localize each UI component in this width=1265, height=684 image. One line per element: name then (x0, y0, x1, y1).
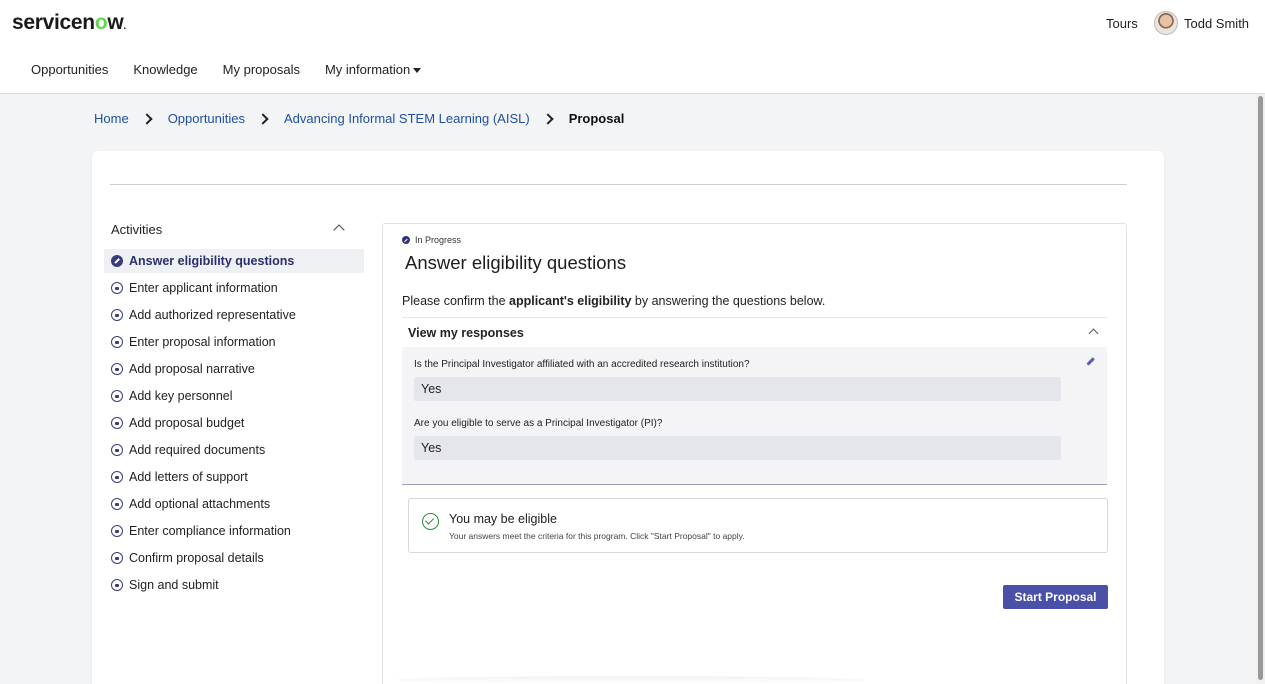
chevron-right-icon (141, 112, 153, 125)
step-proposal-info[interactable]: Enter proposal information (104, 328, 364, 355)
divider (110, 184, 1127, 185)
lock-icon (111, 281, 123, 294)
step-authorized-rep[interactable]: Add authorized representative (104, 301, 364, 328)
divider (395, 676, 865, 684)
activities-heading: Activities (111, 222, 163, 237)
avatar (1154, 11, 1178, 35)
main-nav: Opportunities Knowledge My proposals My … (31, 62, 422, 77)
lock-icon (111, 551, 123, 564)
step-sign-and-submit[interactable]: Sign and submit (104, 571, 364, 598)
breadcrumb-program[interactable]: Advancing Informal STEM Learning (AISL) (284, 111, 530, 126)
step-answer-eligibility[interactable]: Answer eligibility questions (104, 249, 364, 273)
lock-icon (111, 524, 123, 537)
chevron-right-icon (542, 112, 554, 125)
eligibility-result: You may be eligible Your answers meet th… (408, 498, 1108, 553)
breadcrumb-opportunities[interactable]: Opportunities (168, 111, 245, 126)
question-label: Are you eligible to serve as a Principal… (414, 418, 663, 429)
nav-opportunities[interactable]: Opportunities (31, 62, 108, 77)
nav-knowledge[interactable]: Knowledge (133, 62, 197, 77)
answer-value: Yes (414, 377, 1061, 401)
instructions-text: Please confirm the applicant's eligibili… (402, 294, 826, 308)
breadcrumb-home[interactable]: Home (94, 111, 129, 126)
lock-icon (111, 470, 123, 483)
nav-my-proposals[interactable]: My proposals (223, 62, 300, 77)
eligibility-message: Your answers meet the criteria for this … (449, 531, 745, 541)
breadcrumb: Home Opportunities Advancing Informal ST… (94, 111, 624, 126)
servicenow-logo[interactable]: servicenow. (12, 11, 126, 35)
question-label: Is the Principal Investigator affiliated… (414, 359, 750, 370)
lock-icon (111, 335, 123, 348)
scrollbar-thumb[interactable] (1258, 96, 1263, 680)
lock-icon (111, 497, 123, 510)
step-letters-of-support[interactable]: Add letters of support (104, 463, 364, 490)
step-key-personnel[interactable]: Add key personnel (104, 382, 364, 409)
lock-icon (111, 416, 123, 429)
activities-list: Answer eligibility questions Enter appli… (104, 249, 364, 598)
step-compliance-info[interactable]: Enter compliance information (104, 517, 364, 544)
page-title: Answer eligibility questions (405, 252, 627, 273)
lock-icon (111, 389, 123, 402)
start-proposal-button[interactable]: Start Proposal (1003, 585, 1108, 609)
step-proposal-narrative[interactable]: Add proposal narrative (104, 355, 364, 382)
answer-value: Yes (414, 436, 1061, 460)
lock-icon (111, 443, 123, 456)
step-applicant-info[interactable]: Enter applicant information (104, 274, 364, 301)
edit-icon[interactable] (1086, 357, 1095, 366)
user-menu[interactable]: Todd Smith (1154, 11, 1249, 35)
lock-icon (111, 308, 123, 321)
eligibility-title: You may be eligible (449, 512, 557, 526)
nav-my-information[interactable]: My information (325, 62, 422, 77)
in-progress-icon (402, 236, 410, 244)
check-circle-icon (422, 513, 439, 530)
caret-down-icon (413, 68, 422, 74)
breadcrumb-current: Proposal (568, 111, 625, 126)
lock-icon (111, 362, 123, 375)
responses-panel: Is the Principal Investigator affiliated… (402, 347, 1107, 485)
step-confirm-details[interactable]: Confirm proposal details (104, 544, 364, 571)
chevron-up-icon (1088, 328, 1099, 339)
step-required-documents[interactable]: Add required documents (104, 436, 364, 463)
lock-icon (111, 578, 123, 591)
step-proposal-budget[interactable]: Add proposal budget (104, 409, 364, 436)
pencil-icon (111, 255, 123, 267)
status-badge: In Progress (402, 235, 461, 245)
top-header: servicenow. Tours Todd Smith Opportuniti… (0, 0, 1265, 94)
step-optional-attachments[interactable]: Add optional attachments (104, 490, 364, 517)
tours-link[interactable]: Tours (1106, 16, 1138, 31)
responses-accordion-header[interactable]: View my responses (402, 317, 1107, 347)
user-name: Todd Smith (1184, 15, 1250, 31)
chevron-right-icon (257, 112, 269, 125)
